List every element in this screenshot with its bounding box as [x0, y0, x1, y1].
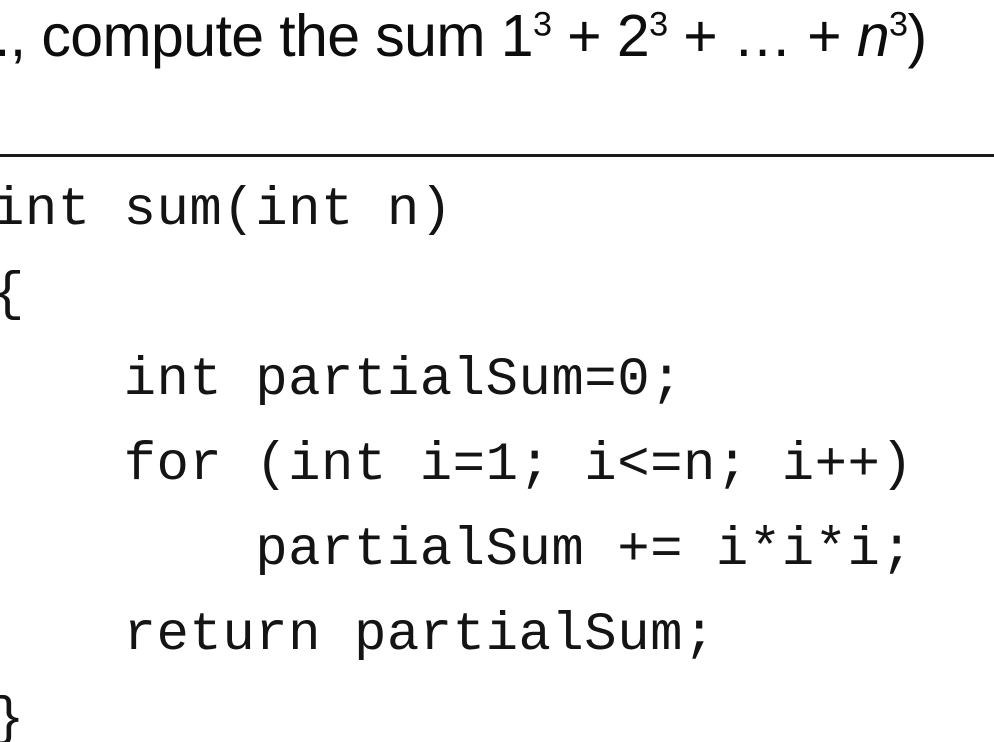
- title-plus-three: +: [791, 3, 857, 69]
- title-term-one-exponent: 3: [532, 5, 552, 44]
- code-line: {: [0, 253, 25, 338]
- horizontal-divider-rule: [0, 154, 994, 157]
- title-ellipsis: …: [732, 3, 792, 69]
- code-line: }: [0, 678, 25, 742]
- code-line: partialSum += i*i*i;: [0, 520, 914, 581]
- code-line: int partialSum=0;: [0, 350, 684, 411]
- title-term-n-exponent: 3: [889, 5, 908, 44]
- code-line: return partialSum;: [0, 605, 716, 666]
- code-line: for (int i=1; i<=n; i++): [0, 435, 914, 496]
- title-term-one-base: 1: [500, 3, 534, 69]
- title-term-n-base: n: [856, 3, 890, 69]
- title-prefix-text: ., compute the sum: [0, 3, 501, 69]
- code-line: int sum(int n): [0, 180, 453, 241]
- title-plus-two: +: [667, 3, 733, 69]
- page-title: ., compute the sum 13 + 23 + … + n3): [0, 2, 994, 70]
- title-plus-one: +: [551, 3, 617, 69]
- code-block: int sum(int n) { int partialSum=0; for (…: [0, 168, 994, 742]
- slide-title-area: ., compute the sum 13 + 23 + … + n3): [0, 0, 994, 140]
- title-term-two-exponent: 3: [649, 5, 668, 44]
- presentation-slide: ., compute the sum 13 + 23 + … + n3) int…: [0, 0, 994, 742]
- title-term-two-base: 2: [616, 3, 650, 69]
- title-closing-paren: ): [907, 3, 927, 69]
